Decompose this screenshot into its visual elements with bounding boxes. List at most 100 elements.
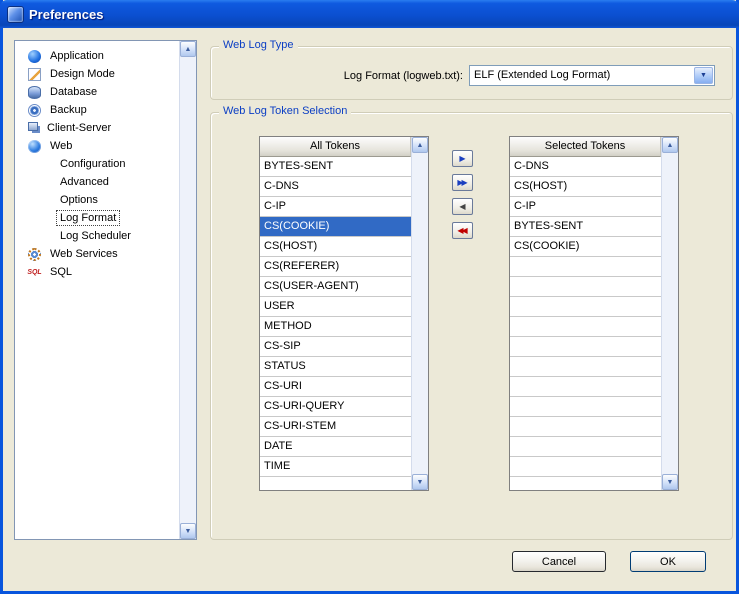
title-bar[interactable]: Preferences (0, 0, 739, 28)
selected-tokens-scroll-down-button[interactable]: ▼ (662, 474, 678, 490)
selected-tokens-scrollbar-track[interactable] (662, 153, 678, 474)
list-item-empty[interactable] (510, 297, 661, 317)
list-item-time[interactable]: TIME (260, 457, 411, 477)
tree-item-label: Web Services (47, 247, 121, 261)
list-item-empty[interactable] (510, 457, 661, 477)
database-icon (28, 86, 41, 99)
tree-item-log-format[interactable]: Log Format (15, 209, 179, 227)
list-item-c-ip[interactable]: C-IP (510, 197, 661, 217)
tree-scroll-down-button[interactable]: ▼ (180, 523, 196, 539)
list-item-empty[interactable] (510, 277, 661, 297)
list-item-empty[interactable] (510, 417, 661, 437)
log-format-dropdown-value: ELF (Extended Log Format) (470, 66, 693, 85)
log-format-label: Log Format (logweb.txt): (344, 70, 463, 82)
list-item-cs-cookie[interactable]: CS(COOKIE) (510, 237, 661, 257)
tree-item-log-scheduler[interactable]: Log Scheduler (15, 227, 179, 245)
list-item-cs-user-agent[interactable]: CS(USER-AGENT) (260, 277, 411, 297)
list-item-c-ip[interactable]: C-IP (260, 197, 411, 217)
transfer-buttons: ▶▶▶◀◀◀ (452, 150, 474, 246)
list-item-empty[interactable] (510, 337, 661, 357)
up-arrow-icon: ▲ (417, 142, 424, 149)
tree-item-web-services[interactable]: Web Services (15, 245, 179, 263)
tree-item-advanced[interactable]: Advanced (15, 173, 179, 191)
list-item-cs-sip[interactable]: CS-SIP (260, 337, 411, 357)
list-item-cs-uri-query[interactable]: CS-URI-QUERY (260, 397, 411, 417)
list-item-empty[interactable] (510, 397, 661, 417)
down-arrow-icon: ▼ (185, 528, 192, 535)
move-all-right-button[interactable]: ▶▶ (452, 174, 473, 191)
tree-item-configuration[interactable]: Configuration (15, 155, 179, 173)
up-arrow-icon: ▲ (667, 142, 674, 149)
tree-item-backup[interactable]: Backup (15, 101, 179, 119)
list-item-cs-uri-stem[interactable]: CS-URI-STEM (260, 417, 411, 437)
tree-item-client-server[interactable]: Client-Server (15, 119, 179, 137)
list-item-cs-referer[interactable]: CS(REFERER) (260, 257, 411, 277)
tree-item-design-mode[interactable]: Design Mode (15, 65, 179, 83)
tree-item-label: Advanced (57, 175, 112, 189)
all-tokens-scrollbar-track[interactable] (412, 153, 428, 474)
application-icon (28, 50, 41, 63)
tree-item-application[interactable]: Application (15, 47, 179, 65)
list-item-c-dns[interactable]: C-DNS (260, 177, 411, 197)
window-title: Preferences (29, 7, 103, 22)
up-arrow-icon: ▲ (185, 46, 192, 53)
log-format-dropdown-button[interactable]: ▼ (694, 67, 713, 84)
tree-item-label: Web (47, 139, 75, 153)
list-item-method[interactable]: METHOD (260, 317, 411, 337)
list-item-bytes-sent[interactable]: BYTES-SENT (510, 217, 661, 237)
list-item-cs-host[interactable]: CS(HOST) (510, 177, 661, 197)
move-right-button[interactable]: ▶ (452, 150, 473, 167)
tree-item-label: Backup (47, 103, 90, 117)
list-item-empty[interactable] (510, 317, 661, 337)
list-item-c-dns[interactable]: C-DNS (510, 157, 661, 177)
move-left-icon: ◀ (459, 203, 465, 211)
all-tokens-scrollbar[interactable]: ▲ ▼ (411, 137, 428, 490)
list-item-date[interactable]: DATE (260, 437, 411, 457)
list-item-cs-uri[interactable]: CS-URI (260, 377, 411, 397)
move-left-button[interactable]: ◀ (452, 198, 473, 215)
web-services-icon (28, 248, 41, 261)
move-right-icon: ▶ (459, 155, 465, 163)
list-item-cs-host[interactable]: CS(HOST) (260, 237, 411, 257)
down-arrow-icon: ▼ (667, 479, 674, 486)
preferences-tree: Application Design ModeDatabase Backup Clie… (15, 41, 179, 539)
preferences-dialog: Preferences Application Design ModeDataba… (0, 0, 739, 594)
selected-tokens-rows: C-DNSCS(HOST)C-IPBYTES-SENTCS(COOKIE) (510, 157, 661, 490)
list-item-empty[interactable] (510, 257, 661, 277)
list-item-cs-cookie[interactable]: CS(COOKIE) (260, 217, 411, 237)
ok-button[interactable]: OK (630, 551, 706, 572)
list-item-empty[interactable] (510, 357, 661, 377)
web-icon (28, 140, 41, 153)
all-tokens-scroll-down-button[interactable]: ▼ (412, 474, 428, 490)
backup-icon (28, 104, 41, 117)
selected-tokens-scrollbar[interactable]: ▲ ▼ (661, 137, 678, 490)
tree-item-options[interactable]: Options (15, 191, 179, 209)
list-item-status[interactable]: STATUS (260, 357, 411, 377)
selected-tokens-scroll-up-button[interactable]: ▲ (662, 137, 678, 153)
move-all-left-icon: ◀◀ (457, 227, 467, 235)
move-all-left-button[interactable]: ◀◀ (452, 222, 473, 239)
cancel-button[interactable]: Cancel (512, 551, 606, 572)
tree-scrollbar-track[interactable] (180, 57, 196, 523)
tree-scrollbar[interactable]: ▲ ▼ (179, 41, 196, 539)
tree-item-database[interactable]: Database (15, 83, 179, 101)
tree-item-web[interactable]: Web (15, 137, 179, 155)
token-selection-group: Web Log Token Selection All Tokens BYTES… (210, 112, 733, 540)
list-item-user[interactable]: USER (260, 297, 411, 317)
list-item-empty[interactable] (510, 437, 661, 457)
tree-item-label: Application (47, 49, 107, 63)
all-tokens-scroll-up-button[interactable]: ▲ (412, 137, 428, 153)
list-item-bytes-sent[interactable]: BYTES-SENT (260, 157, 411, 177)
tree-item-sql[interactable]: SQLSQL (15, 263, 179, 281)
tree-item-label: SQL (47, 265, 75, 279)
all-tokens-rows: BYTES-SENTC-DNSC-IPCS(COOKIE)CS(HOST)CS(… (260, 157, 411, 490)
web-log-type-group: Web Log Type Log Format (logweb.txt): EL… (210, 46, 733, 100)
chevron-down-icon: ▼ (700, 72, 707, 79)
all-tokens-header: All Tokens (260, 137, 411, 157)
move-all-right-icon: ▶▶ (457, 179, 467, 187)
app-icon (7, 6, 24, 23)
tree-scroll-up-button[interactable]: ▲ (180, 41, 196, 57)
list-item-empty[interactable] (510, 377, 661, 397)
tree-item-label: Log Scheduler (57, 229, 134, 243)
log-format-dropdown[interactable]: ELF (Extended Log Format) ▼ (469, 65, 715, 86)
